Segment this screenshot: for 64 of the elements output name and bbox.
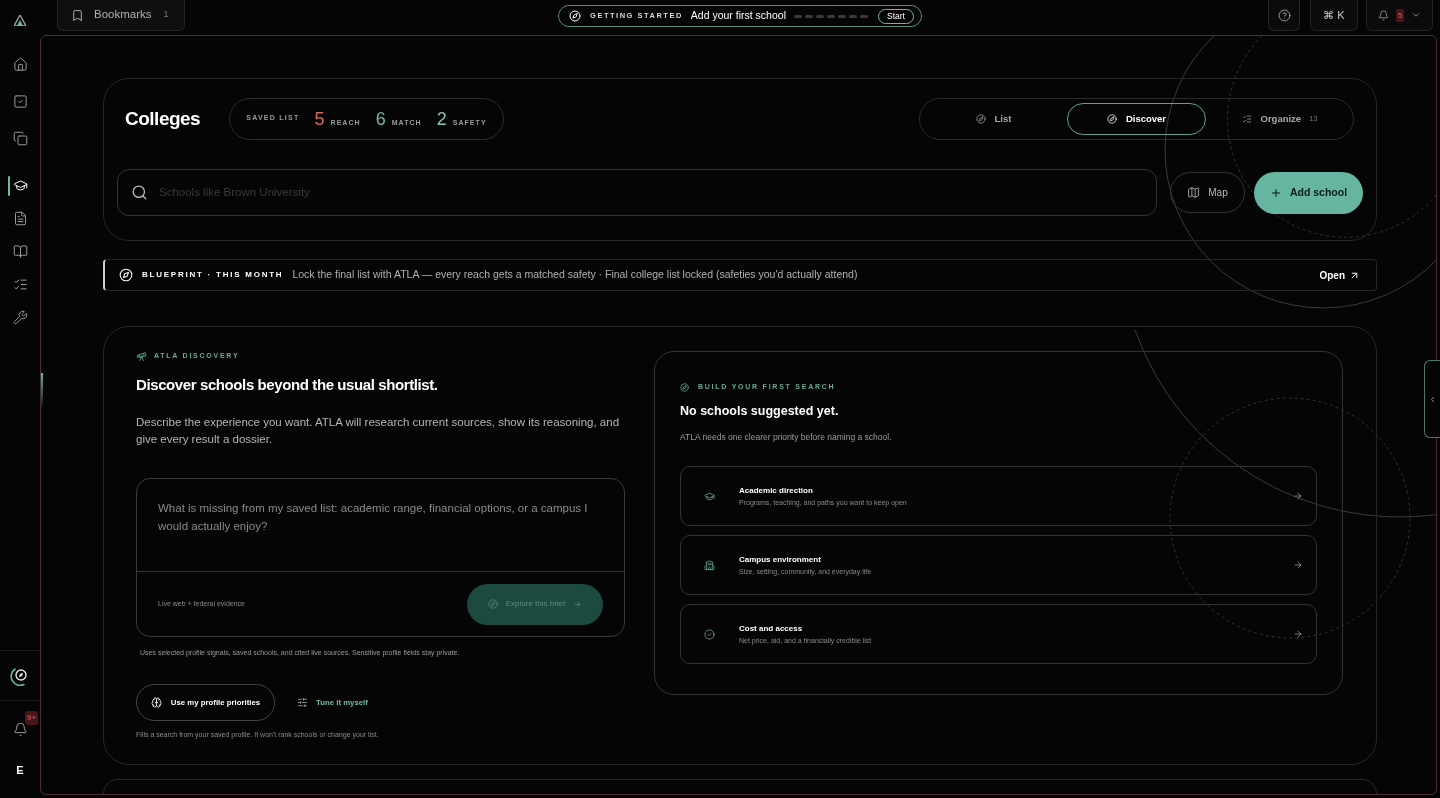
- arrow-right-icon: [573, 599, 583, 609]
- help-icon: [1277, 8, 1291, 22]
- compass-ring-icon[interactable]: [10, 665, 30, 686]
- search-icon: [131, 184, 148, 201]
- notification-count: 5: [1396, 8, 1405, 22]
- priority-title: Campus environment: [739, 554, 822, 565]
- stat-value: 5: [314, 109, 325, 129]
- compass-icon: [119, 268, 133, 282]
- document-icon[interactable]: [12, 211, 28, 226]
- scroll-indicator: [41, 373, 43, 411]
- plus-icon: [1269, 186, 1282, 199]
- priority-title: Cost and access: [739, 623, 804, 634]
- bell-icon: [1378, 9, 1389, 21]
- discovery-title: Discover schools beyond the usual shortlist.: [136, 375, 439, 395]
- compass-icon: [487, 599, 498, 609]
- stat-value: 6: [375, 109, 386, 129]
- check-circle-icon: [704, 628, 715, 640]
- view-tab[interactable]: List: [924, 103, 1063, 135]
- compass-icon: [1106, 114, 1117, 124]
- builder-title: No schools suggested yet.: [680, 403, 840, 420]
- priority-title: Academic direction: [739, 485, 814, 496]
- telescope-icon: [136, 350, 147, 362]
- bookmark-icon: [71, 8, 84, 22]
- arrow-right-icon: [1293, 629, 1303, 639]
- page-title: Colleges: [125, 106, 201, 131]
- bookmark-count: 1: [163, 8, 169, 22]
- bookmarks-tab[interactable]: Bookmarks 1: [57, 0, 185, 31]
- open-link[interactable]: Open: [1319, 267, 1360, 283]
- compass-icon: [680, 382, 689, 392]
- graduation-cap-icon[interactable]: [12, 178, 28, 193]
- add-school-button[interactable]: Add school: [1254, 171, 1363, 214]
- book-icon[interactable]: [12, 244, 28, 259]
- school-icon: [704, 559, 715, 571]
- arrow-right-icon: [1293, 560, 1303, 570]
- command-shortcut-button[interactable]: ⌘ K: [1310, 0, 1358, 31]
- wrench-icon[interactable]: [12, 310, 28, 325]
- home-icon[interactable]: [12, 57, 28, 72]
- checklist-icon[interactable]: [12, 277, 28, 292]
- chevron-down-icon: [1411, 10, 1422, 20]
- blueprint-text: Lock the final list with ATLA — every reach gets a matched safety · Final college list locked (safeties you'd actually attend): [292, 267, 858, 283]
- arrow-right-icon: [1293, 491, 1303, 501]
- discovery-description: Describe the experience you want. ATLA will research current sources, show its reasoning, and give every result a dossier.: [136, 415, 621, 447]
- getting-started-task: Add your first school: [690, 8, 786, 24]
- map-icon: [1187, 186, 1201, 199]
- compass-icon: [569, 10, 582, 22]
- graduation-cap-icon: [704, 490, 715, 502]
- notification-badge: 9+: [25, 711, 39, 725]
- panel-toggle[interactable]: [1424, 360, 1440, 438]
- chevron-left-icon: [1428, 394, 1437, 404]
- account-button[interactable]: E: [16, 758, 24, 782]
- brain-icon: [150, 697, 162, 708]
- builder-subtitle: ATLA needs one clearer priority before naming a school.: [680, 432, 893, 443]
- checkbox-icon[interactable]: [12, 94, 28, 109]
- checklist-icon: [1241, 114, 1252, 124]
- bell-icon[interactable]: [12, 722, 28, 737]
- documents-icon[interactable]: [12, 131, 28, 146]
- compass-icon: [975, 114, 986, 124]
- stat-value: 2: [436, 109, 447, 129]
- brief-input[interactable]: What is missing from my saved list: academic range, financial options, or a campus I would actually enjoy?: [137, 479, 624, 571]
- sliders-icon: [297, 697, 308, 708]
- notifications-button[interactable]: 5: [1366, 0, 1433, 31]
- logo-icon[interactable]: [14, 15, 26, 26]
- help-button[interactable]: [1268, 0, 1300, 31]
- blueprint-label: BLUEPRINT · THIS MONTH: [142, 269, 284, 281]
